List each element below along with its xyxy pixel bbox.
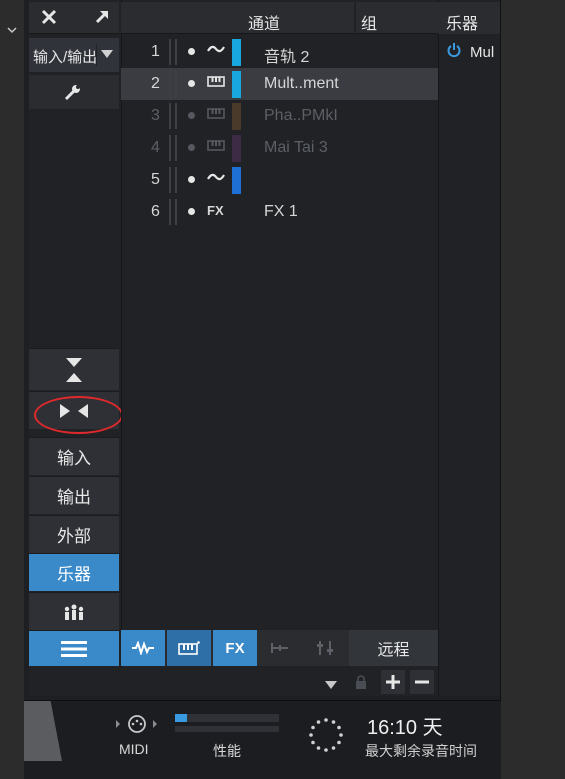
- midi-icon: [115, 713, 159, 740]
- keyboard-icon: [178, 641, 200, 655]
- channel-name[interactable]: 音轨 2: [264, 43, 309, 67]
- channel-color-swatch[interactable]: [232, 71, 241, 98]
- input-button[interactable]: 输入: [29, 437, 119, 475]
- settings-button[interactable]: [29, 75, 119, 109]
- channel-indicator[interactable]: [188, 48, 195, 55]
- audio-track-icon: [207, 43, 225, 58]
- io-dropdown-label: 输入/输出: [33, 49, 97, 66]
- performance-meter-secondary: [175, 726, 279, 732]
- channel-color-swatch[interactable]: [232, 167, 241, 194]
- chevron-down-icon[interactable]: [6, 24, 22, 40]
- status-wedge: [24, 701, 62, 761]
- bus-icon: [271, 643, 288, 653]
- collapse-vertical-button[interactable]: [29, 348, 119, 390]
- performance-meter-fill: [175, 714, 188, 722]
- list-view-button[interactable]: [29, 630, 119, 666]
- io-dropdown[interactable]: 输入/输出: [29, 38, 119, 72]
- channel-indicator[interactable]: [188, 208, 195, 215]
- people-icon: [64, 604, 84, 620]
- channel-number: 6: [151, 203, 160, 220]
- channel-row[interactable]: 5: [121, 164, 438, 196]
- highlight-annotation: [34, 396, 123, 434]
- channel-column-header: 通道: [248, 16, 281, 33]
- list-icon: [61, 640, 87, 657]
- instrument-item[interactable]: Mul: [438, 38, 500, 66]
- channel-indicator[interactable]: [188, 80, 195, 87]
- vca-filter-button[interactable]: [303, 630, 347, 666]
- output-button[interactable]: 输出: [29, 476, 119, 514]
- collapse-vertical-icon: [66, 357, 82, 382]
- fx-filter-button[interactable]: FX: [213, 630, 257, 666]
- left-top-toolbar: [29, 2, 119, 34]
- channel-name[interactable]: FX 1: [264, 203, 298, 221]
- instrument-button[interactable]: 乐器: [29, 553, 119, 591]
- bottom-toolbar: FX 远程: [121, 630, 438, 666]
- performance-label: 性能: [213, 743, 241, 759]
- channel-name[interactable]: Mai Tai 3: [264, 139, 328, 157]
- close-icon[interactable]: [39, 7, 59, 32]
- instrument-filter-button[interactable]: [167, 630, 211, 666]
- channel-name[interactable]: Mult..ment: [264, 75, 339, 93]
- expand-icon[interactable]: [92, 7, 112, 32]
- midi-label: MIDI: [119, 741, 149, 757]
- audio-track-icon: [207, 171, 225, 186]
- remote-button[interactable]: 远程: [349, 630, 438, 666]
- external-button[interactable]: 外部: [29, 515, 119, 553]
- instrument-header: 乐器: [438, 2, 500, 34]
- channel-number: 1: [151, 43, 160, 60]
- channel-number: 2: [151, 75, 160, 92]
- record-time-icon: [306, 715, 346, 760]
- channel-number: 5: [151, 171, 160, 188]
- channel-indicator[interactable]: [188, 112, 195, 119]
- minus-icon: [415, 680, 429, 684]
- channel-indicator[interactable]: [188, 176, 195, 183]
- channel-row[interactable]: 6 FX FX 1: [121, 196, 438, 228]
- channel-color-swatch[interactable]: [232, 39, 241, 66]
- channel-row[interactable]: 3 Pha..PMkI: [121, 100, 438, 132]
- channel-header: 通道 组: [121, 2, 438, 34]
- wrench-icon: [63, 83, 83, 106]
- waveform-icon: [132, 641, 154, 655]
- remove-channel-button[interactable]: [410, 670, 434, 694]
- channel-row[interactable]: 4 Mai Tai 3: [121, 132, 438, 164]
- instrument-track-icon: [207, 107, 225, 122]
- list-controls: [121, 668, 438, 696]
- fader-icon: [317, 641, 333, 655]
- channel-row[interactable]: 1 音轨 2: [121, 36, 438, 68]
- instrument-panel: [438, 0, 500, 696]
- channel-row[interactable]: 2 Mult..ment: [121, 68, 438, 100]
- group-column-header: 组: [361, 16, 378, 33]
- waveform-view-button[interactable]: [121, 630, 165, 666]
- channel-color-swatch[interactable]: [232, 135, 241, 162]
- people-button[interactable]: [29, 592, 119, 630]
- instrument-track-icon: [207, 139, 225, 154]
- channel-indicator[interactable]: [188, 144, 195, 151]
- record-time-label: 最大剩余录音时间: [365, 743, 477, 759]
- performance-meter: [175, 714, 279, 722]
- sort-down-icon[interactable]: [325, 677, 337, 695]
- bus-filter-button[interactable]: [259, 630, 301, 666]
- channel-name[interactable]: Pha..PMkI: [264, 107, 338, 125]
- instrument-column-header: 乐器: [446, 16, 479, 33]
- add-channel-button[interactable]: [381, 670, 405, 694]
- power-icon[interactable]: [447, 42, 461, 62]
- channel-color-swatch[interactable]: [232, 103, 241, 130]
- channel-number: 4: [151, 139, 160, 156]
- lock-icon[interactable]: [355, 674, 367, 695]
- instrument-item-label: Mul: [470, 44, 495, 61]
- channel-number: 3: [151, 107, 160, 124]
- dropdown-arrow-icon: [101, 50, 113, 58]
- fx-type-label: FX: [207, 203, 224, 218]
- instrument-track-icon: [207, 75, 225, 90]
- plus-icon: [386, 675, 400, 689]
- record-time: 16:10 天: [367, 717, 443, 739]
- status-bar: MIDI 性能 16:10 天 最大剩余录音时间: [24, 700, 501, 779]
